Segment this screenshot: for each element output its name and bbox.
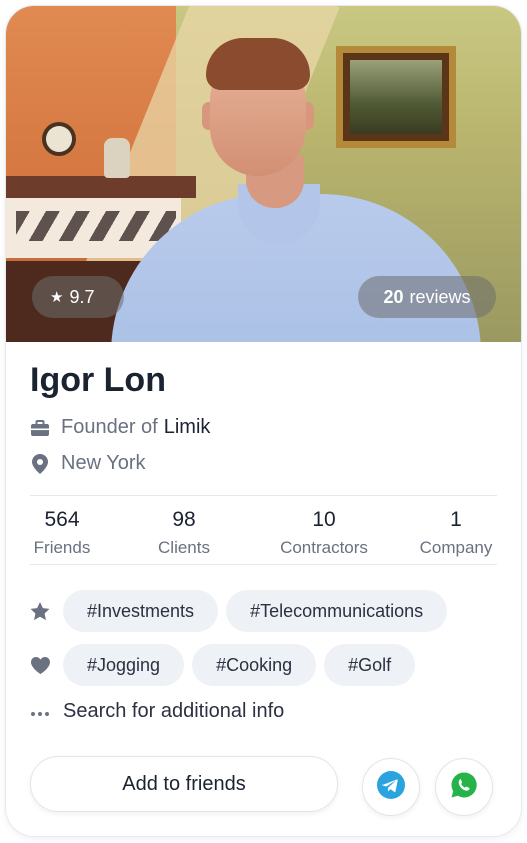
stat-contractors[interactable]: 10 Contractors — [272, 508, 376, 558]
divider — [30, 495, 497, 496]
reviews-badge[interactable]: 20 reviews — [358, 276, 496, 318]
stat-label: Friends — [33, 538, 91, 557]
rating-value: 9.7 — [69, 286, 95, 307]
profile-name: Igor Lon — [30, 361, 166, 399]
stat-clients[interactable]: 98 Clients — [150, 508, 218, 558]
location-row: New York — [30, 452, 146, 475]
interest-tag[interactable]: #Telecommunications — [226, 590, 448, 632]
briefcase-icon — [30, 419, 50, 436]
rating-badge: ★ 9.7 — [32, 276, 124, 318]
hobby-tag[interactable]: #Jogging — [63, 644, 185, 686]
stat-value: 10 — [312, 508, 336, 531]
divider — [30, 564, 497, 565]
star-icon: ★ — [50, 289, 64, 306]
whatsapp-button[interactable] — [435, 758, 493, 816]
stat-value: 564 — [44, 508, 80, 531]
hobbies-row: #Jogging #Cooking #Golf — [30, 644, 423, 686]
hobby-tag[interactable]: #Golf — [324, 644, 416, 686]
stat-value: 1 — [450, 508, 462, 531]
whatsapp-icon — [450, 771, 478, 804]
stat-label: Company — [419, 538, 493, 557]
work-row: Founder of Limik — [30, 416, 210, 439]
heart-icon — [30, 656, 50, 674]
profile-photo: ★ 9.7 20 reviews — [6, 6, 521, 342]
location-pin-icon — [30, 453, 50, 474]
star-icon — [30, 601, 50, 621]
additional-info-link[interactable]: Search for additional info — [30, 700, 284, 723]
reviews-label: reviews — [409, 286, 471, 307]
add-to-friends-button[interactable]: Add to friends — [30, 756, 338, 812]
stat-friends[interactable]: 564 Friends — [28, 508, 96, 558]
stat-company[interactable]: 1 Company — [412, 508, 500, 558]
company-link[interactable]: Limik — [164, 416, 211, 439]
telegram-button[interactable] — [362, 758, 420, 816]
profile-card: ★ 9.7 20 reviews Igor Lon Founder of Lim… — [6, 6, 521, 836]
stat-value: 98 — [172, 508, 196, 531]
interests-row: #Investments #Telecommunications — [30, 590, 455, 632]
stat-label: Clients — [158, 538, 210, 557]
location-text: New York — [61, 452, 146, 474]
role-prefix: Founder of — [61, 416, 158, 438]
telegram-icon — [377, 770, 405, 804]
stat-label: Contractors — [280, 538, 368, 557]
ellipsis-icon — [30, 701, 50, 722]
hobby-tag[interactable]: #Cooking — [192, 644, 317, 686]
reviews-count: 20 — [383, 286, 404, 307]
additional-info-label: Search for additional info — [63, 700, 285, 722]
interest-tag[interactable]: #Investments — [63, 590, 219, 632]
